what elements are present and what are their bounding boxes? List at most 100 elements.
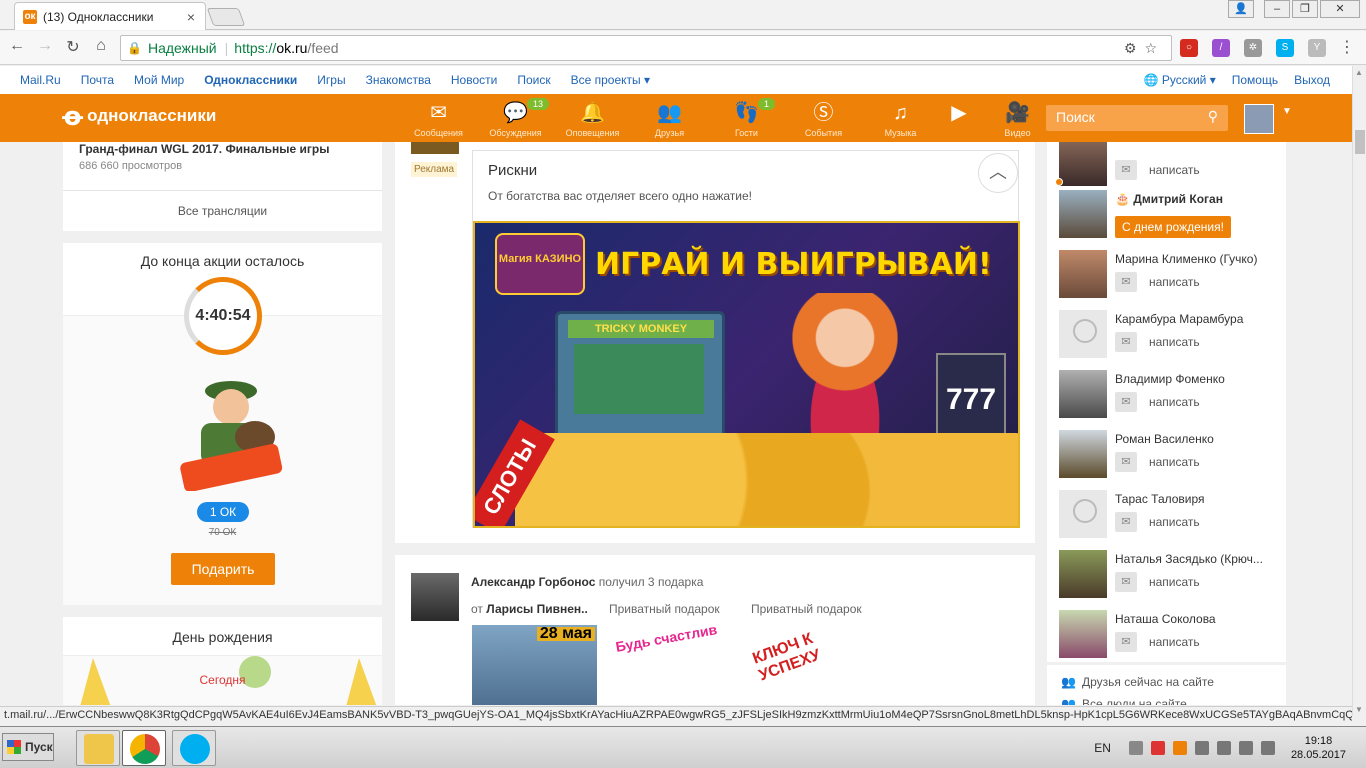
scrollbar-thumb[interactable] <box>1355 130 1365 154</box>
extension-icon-purple[interactable]: / <box>1212 39 1230 57</box>
friend-item[interactable]: Роман Василенко ✉ написать <box>1059 430 1279 482</box>
address-bar[interactable]: 🔒 Надежный | https:// ok.ru /feed ⚙☆ <box>120 35 1172 61</box>
extension-icon-y[interactable]: Y <box>1308 39 1326 57</box>
friend-name[interactable]: Наташа Соколова <box>1115 612 1283 626</box>
write-message-button[interactable]: ✉ написать <box>1115 272 1200 292</box>
home-icon[interactable]: ⌂ <box>90 37 112 55</box>
skype-taskbar-button[interactable] <box>172 730 216 766</box>
nav-notifications[interactable]: 🔔 Оповещения <box>554 94 631 142</box>
moimir-link[interactable]: Мой Мир <box>134 73 184 87</box>
nav-discussions[interactable]: 💬 13 Обсуждения <box>477 94 554 142</box>
gift-image[interactable]: КЛЮЧ К УСПЕХУ <box>748 625 873 705</box>
user-menu-chevron-icon[interactable]: ▼ <box>1282 106 1292 117</box>
nav-messages[interactable]: ✉ Сообщения <box>400 94 477 142</box>
ad-content[interactable]: Рискни От богатства вас отделяет всего о… <box>472 150 1020 528</box>
write-message-button[interactable]: ✉ написать <box>1115 332 1200 352</box>
write-message-button[interactable]: ✉ написать <box>1115 632 1200 652</box>
birthday-congrats-button[interactable]: С днем рождения! <box>1115 216 1231 238</box>
tray-volume-icon[interactable] <box>1260 741 1275 755</box>
profile-icon[interactable]: 👤 <box>1228 0 1254 18</box>
bookmark-star-icon[interactable]: ⚙☆ <box>1124 40 1165 57</box>
mail-link[interactable]: Почта <box>81 73 114 87</box>
help-link[interactable]: Помощь <box>1232 73 1278 87</box>
forward-icon[interactable]: → <box>34 37 56 55</box>
tray-power-icon[interactable] <box>1238 741 1253 755</box>
friend-avatar[interactable] <box>1059 142 1107 186</box>
mailru-link[interactable]: Mail.Ru <box>20 73 61 87</box>
friend-avatar[interactable] <box>1059 610 1107 658</box>
write-message-button[interactable]: ✉ написать <box>1115 392 1200 412</box>
friend-name[interactable]: Владимир Фоменко <box>1115 372 1283 386</box>
scroll-down-arrow-icon[interactable]: ▼ <box>1355 705 1363 714</box>
friend-name[interactable]: 🎂 Дмитрий Коган <box>1115 192 1283 206</box>
all-projects-link[interactable]: Все проекты ▾ <box>571 73 650 87</box>
tray-display-icon[interactable] <box>1216 741 1231 755</box>
post-author-avatar[interactable] <box>411 573 459 621</box>
browser-tab[interactable]: ок (13) Одноклассники × <box>14 2 206 30</box>
window-close-button[interactable]: ✕ <box>1320 0 1360 18</box>
explorer-taskbar-button[interactable] <box>76 730 120 766</box>
nav-events[interactable]: Ⓢ События <box>785 94 862 142</box>
tray-ok-icon[interactable] <box>1172 741 1187 755</box>
search-input[interactable]: Поиск ⚲ <box>1046 105 1228 131</box>
tab-close-icon[interactable]: × <box>185 9 197 25</box>
nav-guests[interactable]: 👣 1 Гости <box>708 94 785 142</box>
nav-friends[interactable]: 👥 Друзья <box>631 94 708 142</box>
write-message-button[interactable]: ✉ написать <box>1115 512 1200 532</box>
friend-item[interactable]: Марина Клименко (Гучко) ✉ написать <box>1059 250 1279 302</box>
dating-link[interactable]: Знакомства <box>366 73 431 87</box>
friend-avatar[interactable] <box>1059 190 1107 238</box>
friend-item[interactable]: Наталья Засядько (Крюч... ✉ написать <box>1059 550 1279 602</box>
language-select[interactable]: 🌐 Русский ▾ <box>1144 73 1216 87</box>
scroll-up-button[interactable]: ︿ <box>978 153 1018 193</box>
tray-device-icon[interactable] <box>1194 741 1209 755</box>
write-message-button[interactable]: ✉ написать <box>1115 160 1200 180</box>
keyboard-language[interactable]: EN <box>1094 741 1111 755</box>
friend-avatar[interactable] <box>1059 430 1107 478</box>
friend-name[interactable]: Наталья Засядько (Крюч... <box>1115 552 1283 566</box>
friend-item[interactable]: 🎂 Дмитрий Коган С днем рождения! <box>1059 190 1279 242</box>
friend-item[interactable]: ✉ написать <box>1055 142 1279 190</box>
friend-item[interactable]: Владимир Фоменко ✉ написать <box>1059 370 1279 422</box>
friend-avatar-placeholder[interactable] <box>1059 490 1107 538</box>
user-avatar[interactable] <box>1244 104 1274 134</box>
post-author-name[interactable]: Александр Горбонос <box>471 575 595 589</box>
gift-sender-name[interactable]: Ларисы Пивнен.. <box>486 602 588 616</box>
minimize-button[interactable]: – <box>1264 0 1290 18</box>
ad-title[interactable]: Рискни <box>488 162 537 179</box>
stream-title[interactable]: Гранд-финал WGL 2017. Финальные игры <box>79 142 329 156</box>
search-link[interactable]: Поиск <box>517 73 550 87</box>
extension-icon-gray[interactable]: ✲ <box>1244 39 1262 57</box>
write-message-button[interactable]: ✉ написать <box>1115 572 1200 592</box>
gift-button[interactable]: Подарить <box>171 553 275 585</box>
news-link[interactable]: Новости <box>451 73 497 87</box>
menu-icon[interactable]: ⋮ <box>1336 37 1358 57</box>
friend-item[interactable]: Тарас Таловиря ✉ написать <box>1059 490 1279 542</box>
friend-name[interactable]: Марина Клименко (Гучко) <box>1115 252 1283 266</box>
tray-network-error-icon[interactable] <box>1150 741 1165 755</box>
friend-name[interactable]: Тарас Таловиря <box>1115 492 1283 506</box>
friend-avatar[interactable] <box>1059 550 1107 598</box>
friend-avatar[interactable] <box>1059 250 1107 298</box>
friends-online-link[interactable]: 👥 Друзья сейчас на сайте <box>1061 675 1214 689</box>
games-link[interactable]: Игры <box>317 73 345 87</box>
back-icon[interactable]: ← <box>6 37 28 55</box>
all-people-link[interactable]: 👥 Все люди на сайте <box>1061 697 1187 705</box>
new-tab-button[interactable] <box>206 8 246 26</box>
ok-logo[interactable]: ꝋ одноклассники <box>62 103 216 129</box>
reload-icon[interactable]: ↻ <box>62 37 84 57</box>
gift-image[interactable]: 28 мая <box>472 625 597 705</box>
friend-name[interactable]: Карамбура Марамбура <box>1115 312 1283 326</box>
gift-image[interactable]: Будь счастлив <box>610 621 735 705</box>
friend-avatar-placeholder[interactable] <box>1059 310 1107 358</box>
tray-arrow-icon[interactable] <box>1128 741 1143 755</box>
skype-extension-icon[interactable]: S <box>1276 39 1294 57</box>
write-message-button[interactable]: ✉ написать <box>1115 452 1200 472</box>
ad-thumbnail[interactable] <box>411 142 459 154</box>
extension-icon-red[interactable]: ○ <box>1180 39 1198 57</box>
start-button[interactable]: Пуск <box>2 733 54 761</box>
border-guard-gift-image[interactable] <box>171 367 291 492</box>
scroll-up-arrow-icon[interactable]: ▲ <box>1355 68 1363 77</box>
exit-link[interactable]: Выход <box>1294 73 1330 87</box>
casino-banner-image[interactable]: ИГРАЙ И ВЫИГРЫВАЙ! Магия КАЗИНО TRICKY M… <box>473 221 1020 528</box>
